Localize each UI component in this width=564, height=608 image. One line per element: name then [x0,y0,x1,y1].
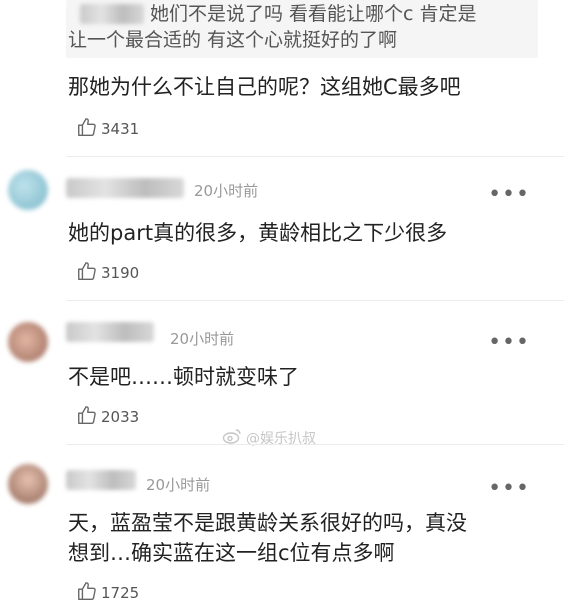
divider [66,300,564,301]
username[interactable] [66,322,154,342]
like-count: 3190 [101,264,140,282]
thumbs-up-icon [76,260,98,286]
more-icon[interactable]: ••• [488,478,530,500]
avatar[interactable] [8,322,48,362]
weibo-icon [222,428,242,448]
like-button[interactable]: 3431 [76,116,139,142]
like-button[interactable]: 2033 [76,404,139,430]
timestamp: 20小时前 [194,182,259,200]
like-button[interactable]: 1725 [76,580,139,606]
comment-text: 她的part真的很多，黄龄相比之下少很多 [68,221,448,245]
thumbs-up-icon [76,116,98,142]
avatar[interactable] [8,464,48,504]
comment-text: 那她为什么不让自己的呢？这组她C最多吧 [68,75,461,99]
timestamp: 20小时前 [146,476,211,494]
thumbs-up-icon [76,580,98,606]
divider [66,156,564,157]
watermark-text: @娱乐扒叔 [246,431,316,447]
quoted-text-line-1: 她们不是说了吗 看看能让哪个c 肯定是 [150,3,477,25]
quoted-reply-box[interactable]: 她们不是说了吗 看看能让哪个c 肯定是 让一个最合适的 有这个心就挺好的了啊 [66,0,538,58]
comment-text: 不是吧……顿时就变味了 [68,365,299,389]
thumbs-up-icon [76,404,98,430]
quoted-username[interactable] [80,4,144,24]
timestamp: 20小时前 [170,330,235,348]
like-button[interactable]: 3190 [76,260,139,286]
comment-text-line-2: 想到…确实蓝在这一组c位有点多啊 [68,541,395,565]
like-count: 3431 [101,120,140,138]
comment-text-line-1: 天，蓝盈莹不是跟黄龄关系很好的吗，真没 [68,511,467,535]
quoted-text-line-2: 让一个最合适的 有这个心就挺好的了啊 [68,29,398,51]
more-icon[interactable]: ••• [488,184,530,206]
more-icon[interactable]: ••• [488,332,530,354]
like-count: 1725 [101,584,140,602]
like-count: 2033 [101,408,140,426]
username[interactable] [66,178,184,198]
watermark: @娱乐扒叔 [222,428,316,448]
username[interactable] [66,470,136,490]
divider [66,444,564,445]
avatar[interactable] [8,170,48,210]
